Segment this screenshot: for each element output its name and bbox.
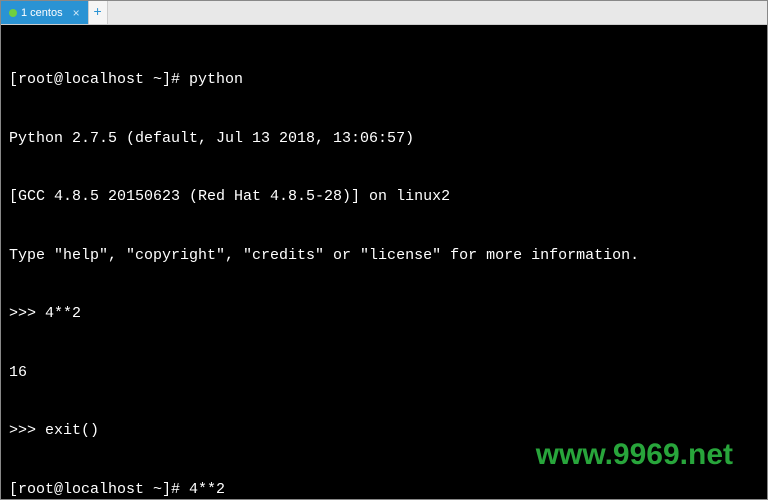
terminal-line: [GCC 4.8.5 20150623 (Red Hat 4.8.5-28)] …	[9, 187, 759, 207]
terminal-line: [root@localhost ~]# 4**2	[9, 480, 759, 500]
terminal-line: >>> 4**2	[9, 304, 759, 324]
close-icon[interactable]: ×	[73, 6, 80, 20]
terminal-line: Type "help", "copyright", "credits" or "…	[9, 246, 759, 266]
status-dot-icon	[9, 9, 17, 17]
tab-bar: 1 centos × +	[1, 1, 767, 25]
add-tab-button[interactable]: +	[88, 1, 108, 24]
terminal-line: [root@localhost ~]# python	[9, 70, 759, 90]
tab-centos[interactable]: 1 centos ×	[1, 1, 88, 24]
terminal-line: >>> exit()	[9, 421, 759, 441]
terminal-window: 1 centos × + [root@localhost ~]# python …	[0, 0, 768, 500]
terminal-line: 16	[9, 363, 759, 383]
plus-icon: +	[93, 5, 101, 21]
watermark-text: www.9969.net	[536, 445, 733, 465]
terminal-line: Python 2.7.5 (default, Jul 13 2018, 13:0…	[9, 129, 759, 149]
tab-label: 1 centos	[21, 7, 63, 19]
terminal-output[interactable]: [root@localhost ~]# python Python 2.7.5 …	[1, 25, 767, 499]
